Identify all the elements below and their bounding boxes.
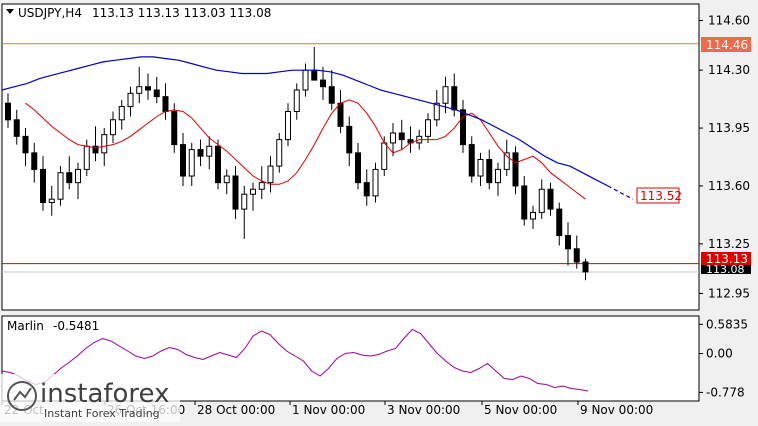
time-tick-label: 3 Nov 00:00 [387, 403, 460, 417]
bearish-candle [582, 261, 589, 273]
bearish-candle [328, 86, 335, 104]
bullish-candle [302, 69, 309, 91]
bid-price-text: 113.08 [706, 263, 745, 276]
level-price-label: 114.46 [701, 37, 751, 52]
indicator-tick-label: -0.778 [706, 385, 745, 399]
bullish-candle [372, 168, 379, 197]
bearish-candle [547, 188, 554, 210]
watermark: instaforex Instant Forex Trading [0, 374, 180, 422]
bearish-candle [451, 86, 458, 111]
price-tick-label: 113.95 [708, 121, 750, 135]
bullish-candle [241, 193, 248, 210]
bearish-candle [398, 132, 405, 141]
bearish-candle [215, 145, 221, 184]
bearish-candle [171, 111, 178, 146]
bullish-candle [118, 106, 125, 121]
bullish-candle [223, 175, 230, 184]
bearish-candle [468, 144, 475, 177]
ma-end-label: 113.52 [636, 187, 682, 204]
indicator-tick-label: 0.5835 [706, 317, 748, 331]
bullish-candle [276, 139, 283, 167]
ma-end-value: 113.52 [640, 189, 682, 203]
bullish-candle [101, 134, 108, 154]
bullish-candle [503, 152, 510, 170]
bearish-candle [5, 102, 11, 121]
time-tick-label: 9 Nov 00:00 [580, 403, 653, 417]
time-tick-label: 1 Nov 00:00 [292, 403, 365, 417]
bearish-candle [363, 182, 370, 197]
bearish-candle [337, 102, 344, 127]
price-tick-label: 113.60 [708, 179, 750, 193]
bearish-candle [180, 144, 186, 177]
bearish-candle [521, 185, 528, 220]
price-tick-label: 113.25 [708, 237, 750, 251]
bearish-candle [162, 96, 169, 113]
bullish-candle [75, 168, 81, 184]
bearish-candle [66, 172, 73, 184]
bullish-candle [258, 182, 265, 190]
bullish-candle [530, 211, 536, 220]
ohlc-values: 113.13 113.13 113.03 113.08 [92, 6, 271, 20]
chart-canvas: 114.60 114.30 113.95 113.60 113.25 112.95 0.5… [1, 3, 751, 417]
bullish-candle [83, 145, 90, 170]
bearish-candle [40, 168, 46, 203]
instaforex-logo-icon: instaforex Instant Forex Trading [7, 379, 169, 420]
time-tick-label: 5 Nov 00:00 [484, 403, 557, 417]
chart-header: USDJPY,H4 113.13 113.13 113.03 113.08 [6, 6, 271, 20]
bullish-candle [48, 198, 55, 203]
bearish-candle [512, 152, 519, 187]
bearish-candle [145, 86, 151, 91]
price-tick-label: 112.95 [708, 286, 750, 300]
indicator-axis: 0.5835 0.00 -0.778 [699, 317, 748, 399]
bullish-candle [136, 86, 143, 94]
time-tick-label: 28 Oct 00:00 [197, 403, 275, 417]
bearish-candle [311, 69, 318, 81]
bearish-candle [320, 79, 326, 88]
bearish-candle [573, 248, 580, 263]
bullish-candle [57, 172, 64, 200]
bearish-candle [22, 135, 29, 154]
bullish-candle [293, 89, 300, 113]
bullish-candle [442, 86, 449, 104]
bullish-candle [127, 92, 134, 108]
indicator-value: -0.5481 [53, 319, 99, 333]
bearish-candle [232, 175, 239, 210]
price-tick-label: 114.30 [708, 63, 750, 77]
watermark-brand: instaforex [40, 379, 169, 409]
symbol-label: USDJPY,H4 [18, 6, 82, 20]
indicator-tick-label: 0.00 [706, 347, 733, 361]
bullish-candle [188, 149, 195, 177]
bullish-candle [381, 142, 388, 170]
bullish-candle [267, 165, 274, 184]
level-price-text: 114.46 [706, 38, 748, 52]
price-tick-label: 114.60 [708, 14, 750, 28]
bearish-candle [460, 109, 466, 146]
bullish-candle [477, 158, 484, 177]
bullish-candle [206, 145, 213, 157]
watermark-tagline: Instant Forex Trading [44, 407, 160, 420]
bearish-candle [197, 149, 204, 157]
bearish-candle [556, 208, 563, 237]
indicator-header: Marlin -0.5481 [7, 319, 99, 333]
bullish-candle [390, 132, 396, 144]
bid-price-label: 113.08 [701, 263, 751, 276]
bullish-candle [110, 119, 116, 136]
bullish-candle [285, 111, 291, 141]
bearish-candle [153, 89, 160, 98]
bullish-candle [250, 188, 256, 195]
trading-chart-window: 114.60 114.30 113.95 113.60 113.25 112.95 0.5… [0, 0, 758, 422]
bearish-candle [355, 152, 361, 184]
bearish-candle [31, 152, 38, 170]
bearish-candle [565, 235, 571, 250]
bullish-candle [425, 119, 431, 137]
indicator-name: Marlin [7, 319, 44, 333]
bearish-candle [13, 119, 20, 137]
bullish-candle [495, 168, 501, 184]
bearish-candle [486, 158, 493, 184]
bullish-candle [538, 188, 545, 213]
bearish-candle [346, 125, 353, 154]
